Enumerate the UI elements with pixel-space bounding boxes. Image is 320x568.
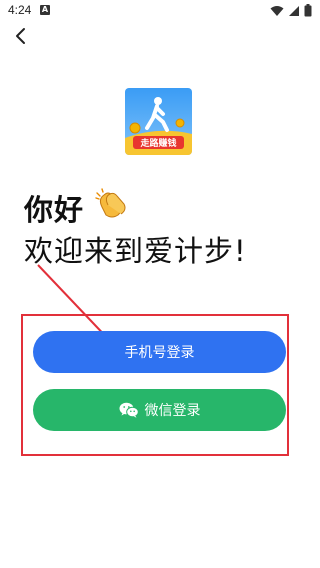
back-button[interactable] [8, 24, 32, 48]
notification-a-icon: A [40, 5, 50, 15]
annotation-arrow [37, 264, 116, 347]
status-icons [270, 4, 312, 17]
wechat-icon [119, 402, 139, 418]
clapping-hands-icon [95, 188, 126, 218]
phone-login-label: 手机号登录 [124, 345, 195, 361]
phone-login-button[interactable]: 手机号登录 [33, 331, 286, 373]
battery-icon [304, 4, 312, 17]
signal-icon [289, 5, 299, 16]
logo-text: 走路赚钱 [139, 137, 176, 149]
welcome-text: 欢迎来到爱计步! [24, 234, 247, 268]
app-logo: 走路赚钱 [125, 88, 192, 155]
status-time: 4:24 [8, 3, 32, 17]
status-bar: 4:24 A [0, 0, 320, 22]
greeting-title: 你好 [24, 193, 85, 227]
wechat-login-label: 微信登录 [144, 403, 201, 419]
chevron-left-icon [16, 28, 25, 44]
wifi-icon [270, 5, 284, 16]
wechat-login-button[interactable]: 微信登录 [33, 389, 286, 431]
